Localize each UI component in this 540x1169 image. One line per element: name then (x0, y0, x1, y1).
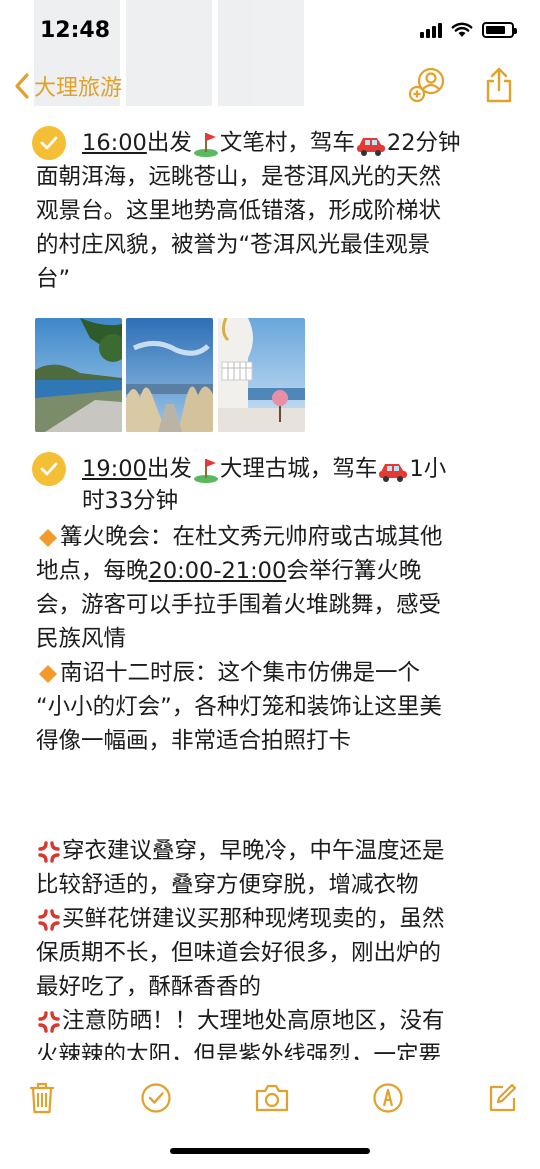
item2-title: 19:00出发 大理古城，驾车 1小 (82, 456, 447, 483)
item2-title-cont: 时33分钟 (82, 488, 179, 514)
battery-icon (482, 22, 517, 38)
golf-flag-icon (193, 132, 218, 157)
tip-line: 比较舒适的，叠穿方便穿脱，增减衣物 (36, 872, 419, 898)
photo-white-building[interactable] (218, 318, 305, 432)
bonfire-line: 民族风情 (36, 626, 127, 652)
status-icons (420, 22, 517, 38)
nanzhao-line: 得像一幅画，非常适合拍照打卡 (36, 728, 352, 754)
status-time: 12:48 (40, 18, 111, 43)
tip-line: 火辣辣的太阳，但是紫外线强烈，一定要 (36, 1042, 442, 1060)
delete-button[interactable] (22, 1078, 62, 1118)
markup-button[interactable] (368, 1078, 408, 1118)
add-person-icon[interactable] (408, 66, 446, 104)
item1-title: 16:00出发 文笔村，驾车 22分钟 (82, 130, 461, 157)
home-indicator[interactable] (170, 1148, 370, 1154)
markup-icon (373, 1083, 403, 1113)
golf-flag-icon (193, 458, 218, 483)
item1-desc-line: 的村庄风貌，被誉为“苍洱风光最佳观景 (36, 232, 431, 258)
tip-line: 穿衣建议叠穿，早晚冷，中午温度还是 (36, 834, 445, 868)
item1-time: 16:00 (82, 130, 147, 156)
trash-icon (30, 1082, 54, 1114)
checklist-checkbox-checked[interactable] (32, 126, 66, 160)
compose-icon (489, 1083, 517, 1112)
checkmark-icon (40, 462, 58, 476)
bonfire-line: 篝火晚会：在杜文秀元帅府或古城其他 (36, 520, 443, 554)
nanzhao-line: 南诏十二时辰：这个集市仿佛是一个 (36, 656, 420, 690)
orange-diamond-icon (39, 664, 57, 683)
anger-symbol-icon (38, 840, 60, 863)
status-bar: 12:48 (0, 0, 540, 106)
tip-line: 保质期不长，但味道会好很多，刚出炉的 (36, 940, 442, 966)
navigation-bar: 大理旅游 (0, 62, 540, 112)
anger-symbol-icon (38, 1010, 60, 1033)
nanzhao-line: “小小的灯会”，各种灯笼和装饰让这里美 (36, 694, 442, 720)
tip-line: 注意防晒！！大理地处高原地区，没有 (36, 1004, 445, 1038)
item1-desc-line: 观景台。这里地势高低错落，形成阶梯状 (36, 198, 442, 224)
item1-desc-line: 面朝洱海，远眺苍山，是苍洱风光的天然 (36, 164, 442, 190)
bonfire-line: 地点，每晚20:00-21:00会举行篝火晚 (36, 558, 422, 584)
item2-time: 19:00 (82, 456, 147, 482)
chevron-left-icon (15, 73, 29, 99)
checklist-checkbox-checked[interactable] (32, 452, 66, 486)
orange-diamond-icon (39, 528, 57, 547)
bottom-toolbar (0, 1062, 540, 1134)
photo-coastal-road[interactable] (35, 318, 122, 432)
tip-line: 买鲜花饼建议买那种现烤现卖的，虽然 (36, 902, 445, 936)
item1-desc-line: 台” (36, 266, 71, 292)
back-button[interactable]: 大理旅游 (14, 70, 122, 102)
bonfire-line: 会，游客可以手拉手围着火堆跳舞，感受 (36, 592, 442, 618)
car-icon (356, 137, 385, 156)
photo-pampas-grass[interactable] (126, 318, 213, 432)
bonfire-time: 20:00-21:00 (148, 558, 287, 584)
checkmark-icon (40, 136, 58, 150)
share-icon[interactable] (484, 66, 514, 104)
anger-symbol-icon (38, 908, 60, 931)
camera-icon (255, 1084, 289, 1112)
car-icon (379, 463, 408, 482)
back-label: 大理旅游 (34, 76, 123, 101)
checklist-icon (141, 1083, 171, 1113)
nav-actions (408, 66, 514, 104)
compose-button[interactable] (482, 1078, 522, 1118)
tip-line: 最好吃了，酥酥香香的 (36, 974, 262, 1000)
camera-button[interactable] (252, 1078, 292, 1118)
checklist-button[interactable] (136, 1078, 176, 1118)
wifi-icon (451, 22, 473, 37)
note-body[interactable]: 16:00出发 文笔村，驾车 22分钟 面朝洱海，远眺苍山，是苍洱风光的天然 观景台… (0, 118, 540, 1060)
signal-icon (420, 22, 442, 38)
